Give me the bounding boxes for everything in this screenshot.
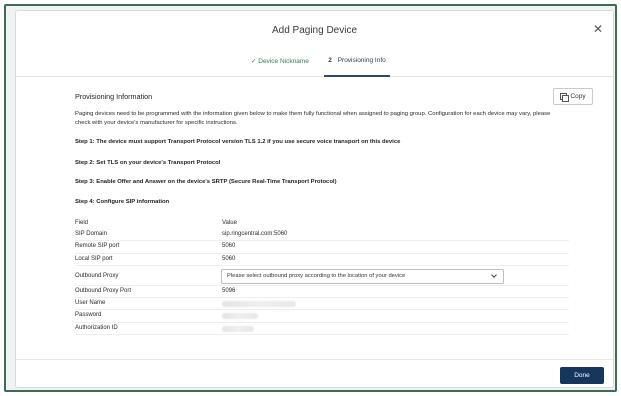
table-row: User Name	[75, 298, 569, 311]
step-number: 2	[328, 57, 332, 64]
close-icon[interactable]: ✕	[593, 22, 603, 36]
section-title: Provisioning Information	[75, 92, 153, 101]
redacted-value	[222, 325, 254, 332]
step-2: Step 2: Set TLS on your device's Transpo…	[75, 160, 221, 166]
header-field: Field	[75, 220, 89, 226]
done-button[interactable]: Done	[560, 367, 604, 384]
field-value: 5096	[222, 287, 236, 294]
field-label: User Name	[75, 300, 106, 307]
add-paging-device-dialog: Add Paging Device ✕ ✓ Device Nickname 2 …	[15, 10, 614, 388]
outbound-proxy-select[interactable]: Please select outbound proxy according t…	[221, 268, 504, 284]
table-row: SIP Domain sip.ringcentral.com:5060	[75, 229, 569, 242]
table-row: Password	[75, 310, 569, 323]
field-label: Local SIP port	[75, 255, 113, 262]
chevron-down-icon	[491, 272, 497, 278]
table-header: Field Value	[75, 220, 569, 229]
field-label: Remote SIP port	[75, 243, 120, 250]
sip-info-table: Field Value SIP Domain sip.ringcentral.c…	[75, 220, 569, 336]
dialog-footer: Done	[16, 359, 613, 387]
window-frame: Add Paging Device ✕ ✓ Device Nickname 2 …	[4, 4, 617, 392]
step-4: Step 4: Configure SIP information	[75, 199, 170, 205]
field-label: Outbound Proxy Port	[75, 287, 132, 294]
tab-label: Device Nickname	[258, 58, 309, 65]
tab-label: Provisioning Info	[337, 57, 386, 64]
copy-button[interactable]: Copy	[553, 88, 593, 105]
intro-text: Paging devices need to be programmed wit…	[75, 111, 551, 126]
field-label: Outbound Proxy	[75, 272, 119, 279]
copy-label: Copy	[570, 93, 586, 100]
table-row: Outbound Proxy Please select outbound pr…	[75, 266, 569, 286]
field-label: Authorization ID	[75, 324, 118, 331]
field-value: 5060	[222, 255, 236, 262]
copy-icon	[560, 93, 570, 102]
dialog-title: Add Paging Device	[271, 25, 358, 36]
tab-provisioning-info[interactable]: 2 Provisioning Info	[324, 57, 390, 77]
field-value: sip.ringcentral.com:5060	[222, 231, 288, 237]
table-row: Outbound Proxy Port 5096	[75, 286, 569, 299]
header-value: Value	[222, 220, 237, 226]
table-row: Local SIP port 5060	[75, 254, 569, 266]
field-value: 5060	[222, 243, 236, 250]
redacted-value	[222, 313, 258, 320]
select-value: Please select outbound proxy according t…	[227, 272, 406, 279]
table-row: Authorization ID	[75, 323, 569, 336]
step-1: Step 1: The device must support Transpor…	[75, 139, 401, 145]
tab-device-nickname[interactable]: ✓ Device Nickname	[251, 57, 309, 77]
step-3: Step 3: Enable Offer and Answer on the d…	[75, 179, 337, 185]
field-label: SIP Domain	[75, 231, 107, 237]
wizard-steps: ✓ Device Nickname 2 Provisioning Info	[16, 49, 613, 77]
redacted-value	[222, 301, 296, 308]
table-row: Remote SIP port 5060	[75, 241, 569, 254]
check-icon: ✓	[251, 58, 257, 65]
field-label: Password	[75, 312, 102, 319]
